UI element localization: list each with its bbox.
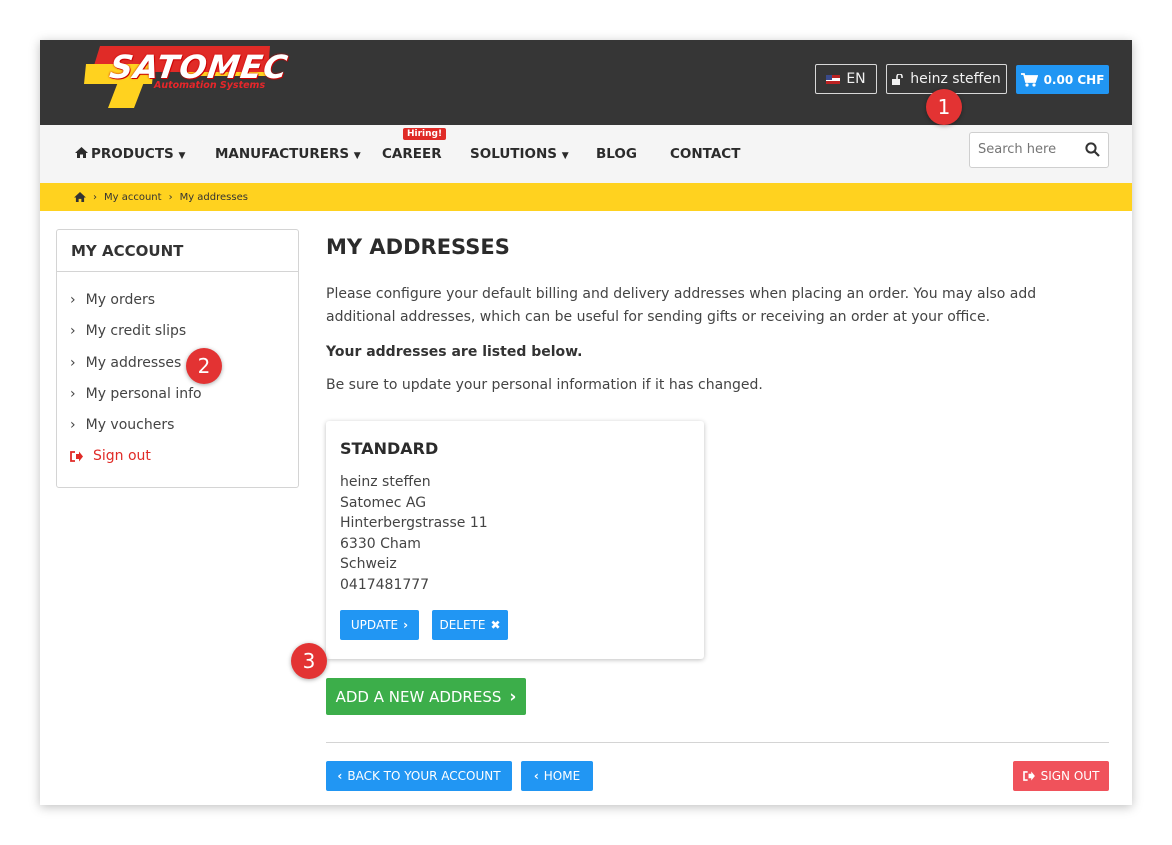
nav-career-label: CAREER	[382, 146, 442, 162]
chevron-right-icon: ›	[509, 686, 517, 707]
breadcrumb-my-addresses[interactable]: My addresses	[180, 192, 248, 203]
sidebar-item-sign-out[interactable]: Sign out	[70, 448, 151, 464]
sidebar-item-label: My vouchers	[85, 417, 175, 433]
sign-out-icon	[1022, 771, 1035, 781]
nav-career[interactable]: CAREER	[382, 146, 442, 162]
sidebar-divider	[57, 271, 298, 272]
address-line: Satomec AG	[340, 494, 427, 511]
chevron-right-icon: ›	[70, 386, 76, 402]
chevron-right-icon: ›	[70, 323, 76, 339]
address-line: 0417481777	[340, 576, 430, 593]
address-title: STANDARD	[340, 439, 439, 458]
home-icon	[75, 147, 88, 158]
chevron-right-icon: ›	[403, 618, 409, 632]
close-icon: ✖	[490, 618, 501, 632]
home-button[interactable]: ‹ HOME	[521, 761, 593, 791]
unlock-icon	[892, 73, 904, 85]
nav-solutions[interactable]: SOLUTIONS ▼	[470, 146, 569, 162]
nav-manufacturers-label: MANUFACTURERS	[215, 146, 350, 162]
breadcrumb-my-account[interactable]: My account	[104, 192, 162, 203]
address-line: Schweiz	[340, 556, 397, 573]
add-new-address-button[interactable]: ADD A NEW ADDRESS ›	[326, 678, 526, 715]
annotation-badge-2: 2	[186, 348, 222, 384]
back-label: BACK TO YOUR ACCOUNT	[347, 769, 501, 783]
update-address-button[interactable]: UPDATE ›	[340, 610, 419, 640]
sidebar-item-label: My orders	[85, 292, 156, 308]
nav-contact-label: CONTACT	[670, 146, 741, 162]
language-button[interactable]: EN	[815, 64, 877, 94]
chevron-down-icon: ▼	[353, 151, 361, 161]
update-label: UPDATE	[350, 618, 399, 632]
user-name: heinz steffen	[910, 71, 1001, 87]
nav-contact[interactable]: CONTACT	[670, 146, 740, 162]
chevron-down-icon: ▼	[178, 151, 186, 161]
nav-products[interactable]: PRODUCTS ▼	[75, 146, 185, 162]
delete-label: DELETE	[439, 618, 486, 632]
home-label: HOME	[543, 769, 581, 783]
sidebar-item-label: My addresses	[85, 355, 182, 371]
sidebar-item-my-addresses[interactable]: › My addresses	[70, 355, 181, 371]
add-address-label: ADD A NEW ADDRESS	[335, 687, 502, 706]
nav-products-label: PRODUCTS	[91, 146, 174, 162]
sign-out-button[interactable]: SIGN OUT	[1013, 761, 1109, 791]
account-sidebar: MY ACCOUNT › My orders › My credit slips…	[56, 229, 299, 488]
annotation-badge-3: 3	[291, 643, 327, 679]
logo-tagline: Automation Systems	[154, 80, 266, 91]
nav-manufacturers[interactable]: MANUFACTURERS ▼	[215, 146, 361, 162]
sidebar-item-label: My credit slips	[85, 323, 187, 339]
sidebar-item-my-personal-info[interactable]: › My personal info	[70, 386, 202, 402]
addresses-listed-text: Your addresses are listed below.	[326, 344, 583, 360]
chevron-left-icon: ‹	[337, 769, 343, 783]
back-to-account-button[interactable]: ‹ BACK TO YOUR ACCOUNT	[326, 761, 512, 791]
sidebar-item-my-vouchers[interactable]: › My vouchers	[70, 417, 174, 433]
footer-divider	[326, 742, 1109, 743]
chevron-right-icon: ›	[70, 417, 76, 433]
delete-address-button[interactable]: DELETE ✖	[432, 610, 508, 640]
page-frame: SATOMEC Automation Systems EN heinz stef…	[40, 40, 1132, 805]
cart-icon	[1020, 72, 1038, 87]
us-flag-icon	[826, 74, 841, 84]
language-label: EN	[846, 71, 866, 87]
update-note-text: Be sure to update your personal informat…	[326, 377, 763, 393]
sidebar-item-my-credit-slips[interactable]: › My credit slips	[70, 323, 186, 339]
search-input[interactable]	[976, 141, 1088, 158]
hiring-badge: Hiring!	[403, 128, 447, 140]
address-lines: heinz steffen Satomec AG Hinterbergstras…	[340, 472, 488, 596]
header-bar: SATOMEC Automation Systems EN heinz stef…	[40, 40, 1132, 125]
satomec-logo[interactable]: SATOMEC Automation Systems	[82, 44, 291, 108]
address-card: STANDARD heinz steffen Satomec AG Hinter…	[326, 421, 704, 659]
sign-out-label: SIGN OUT	[1040, 769, 1100, 783]
sidebar-title: MY ACCOUNT	[71, 242, 184, 260]
cart-total: 0.00 CHF	[1043, 72, 1105, 87]
address-line: 6330 Cham	[340, 535, 421, 552]
sidebar-item-label: Sign out	[93, 448, 151, 464]
nav-blog-label: BLOG	[596, 146, 637, 162]
main-nav: PRODUCTS ▼ MANUFACTURERS ▼ Hiring! CAREE…	[40, 125, 1132, 183]
chevron-right-icon: ›	[70, 292, 76, 308]
address-line: Hinterbergstrasse 11	[340, 515, 488, 532]
chevron-left-icon: ‹	[533, 769, 539, 783]
sidebar-item-label: My personal info	[85, 386, 202, 402]
sidebar-item-my-orders[interactable]: › My orders	[70, 292, 155, 308]
breadcrumb-separator-icon: ›	[168, 191, 173, 203]
intro-text: Please configure your default billing an…	[326, 286, 1037, 325]
address-line: heinz steffen	[340, 474, 431, 490]
sign-out-icon	[70, 450, 83, 462]
nav-solutions-label: SOLUTIONS	[470, 146, 558, 162]
home-icon[interactable]	[74, 192, 86, 202]
chevron-down-icon: ▼	[561, 151, 569, 161]
chevron-right-icon: ›	[70, 355, 76, 371]
annotation-badge-1: 1	[926, 89, 962, 125]
breadcrumb: › My account › My addresses	[40, 183, 1132, 211]
cart-button[interactable]: 0.00 CHF	[1016, 65, 1109, 94]
search-icon[interactable]	[1085, 142, 1100, 157]
breadcrumb-separator-icon: ›	[93, 191, 97, 203]
search-box	[969, 132, 1109, 168]
page-title: MY ADDRESSES	[326, 235, 510, 259]
nav-blog[interactable]: BLOG	[596, 146, 637, 162]
